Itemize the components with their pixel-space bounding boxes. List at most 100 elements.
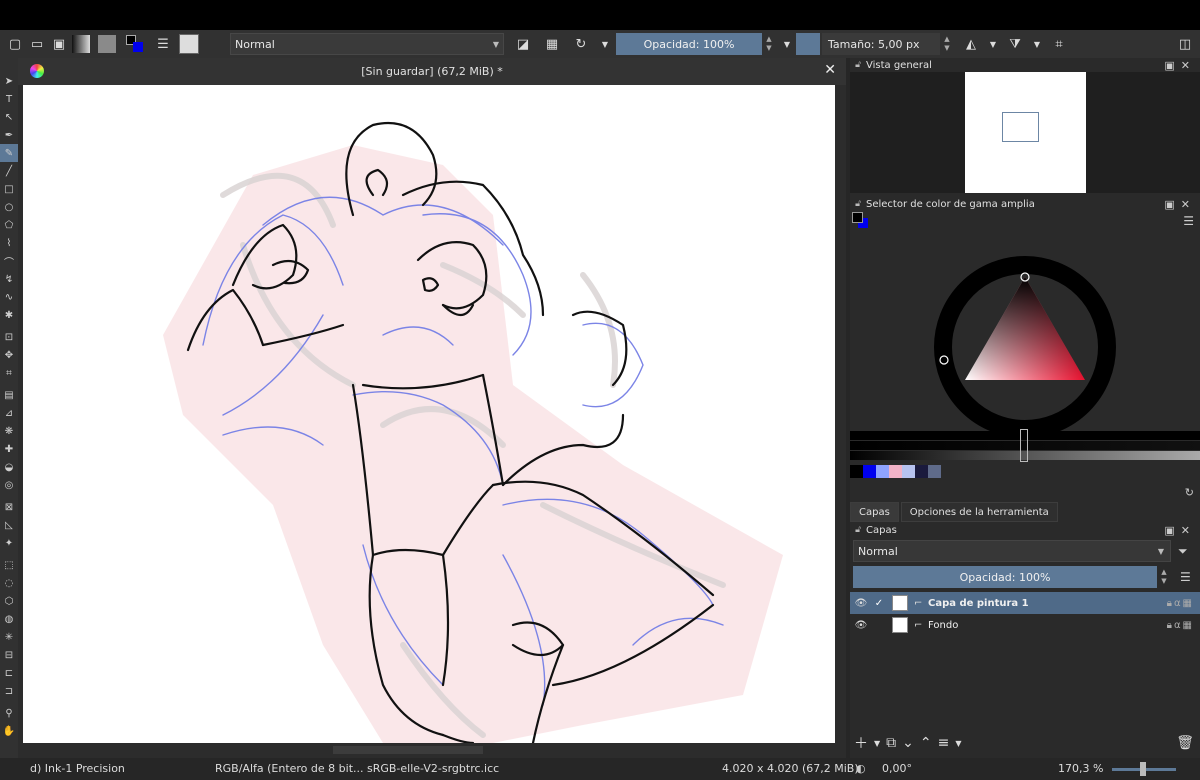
layer-row[interactable]: 👁︎ ✓ ⌐ Capa de pintura 1 🔒︎α▦ <box>850 592 1200 614</box>
float-close-icons[interactable]: ▣✕ <box>1164 198 1196 211</box>
gradient-icon[interactable] <box>70 33 92 55</box>
alpha-lock-icon[interactable]: ▦ <box>541 33 563 55</box>
layer-opacity-slider[interactable]: Opacidad: 100% <box>853 566 1157 588</box>
duplicate-layer-icon[interactable]: ⧉ <box>886 735 896 751</box>
new-doc-icon[interactable]: ▢ <box>4 33 26 55</box>
recent-color-swatch[interactable] <box>863 465 876 478</box>
ellipse-select-tool-icon[interactable]: ◌ <box>0 574 18 592</box>
visibility-eye-icon[interactable]: 👁︎ <box>850 598 872 609</box>
layer-lock-alpha-icons[interactable]: 🔒︎α▦ <box>1152 620 1200 631</box>
lock-icon[interactable]: 🔓︎ <box>850 525 866 535</box>
close-icon[interactable]: ✕ <box>824 62 836 78</box>
gradient-tool-icon[interactable]: ▤ <box>0 386 18 404</box>
bezier-tool-icon[interactable]: ⌒ <box>0 252 18 270</box>
lock-icon[interactable]: 🔓︎ <box>850 60 866 70</box>
layer-properties-icon[interactable]: ≡ <box>938 735 950 751</box>
float-close-icons[interactable]: ▣✕ <box>1164 59 1196 72</box>
reference-tool-icon[interactable]: ✦ <box>0 534 18 552</box>
zoom-slider-handle[interactable] <box>1140 762 1146 776</box>
move-tool-icon[interactable]: ✥ <box>0 346 18 364</box>
rotation-value[interactable]: 0,00° <box>882 762 912 775</box>
save-icon[interactable]: ▣ <box>48 33 70 55</box>
freehand-brush-tool-icon[interactable]: ✎ <box>0 144 18 162</box>
overview-panel[interactable] <box>850 72 1200 193</box>
move-down-icon[interactable]: ⌄ <box>902 735 914 751</box>
slider-handle[interactable] <box>1020 429 1028 462</box>
dynamic-brush-tool-icon[interactable]: ∿ <box>0 288 18 306</box>
calligraphy-tool-icon[interactable]: ✒ <box>0 126 18 144</box>
tab-tool-options[interactable]: Opciones de la herramienta <box>900 502 1058 522</box>
transform-tool-icon[interactable]: ⊡ <box>0 328 18 346</box>
menu-icon[interactable]: ☰ <box>1180 570 1191 584</box>
foreground-color-swatch[interactable] <box>852 212 863 223</box>
blend-mode-select[interactable]: Normal ▼ <box>230 33 504 55</box>
line-tool-icon[interactable]: ╱ <box>0 162 18 180</box>
brush-opacity-slider[interactable]: Opacidad: 100% <box>616 33 762 55</box>
text-tool-icon[interactable]: T <box>0 90 18 108</box>
recent-color-swatch[interactable] <box>915 465 928 478</box>
measure-tool-icon[interactable]: ◺ <box>0 516 18 534</box>
rect-select-tool-icon[interactable]: ⬚ <box>0 556 18 574</box>
freehand-select-tool-icon[interactable]: ◍ <box>0 610 18 628</box>
vertical-scrollbar[interactable] <box>836 85 846 743</box>
freehand-path-tool-icon[interactable]: ↯ <box>0 270 18 288</box>
similar-select-tool-icon[interactable]: ⊟ <box>0 646 18 664</box>
layer-row[interactable]: 👁︎ ⌐ Fondo 🔒︎α▦ <box>850 614 1200 636</box>
chevron-down-icon[interactable]: ▼ <box>594 33 616 55</box>
reload-icon[interactable]: ↻ <box>570 33 592 55</box>
select-shapes-tool-icon[interactable]: ➤ <box>0 72 18 90</box>
pan-tool-icon[interactable]: ✋ <box>0 722 18 740</box>
bezier-select-tool-icon[interactable]: ⊏ <box>0 664 18 682</box>
contiguous-select-tool-icon[interactable]: ✳ <box>0 628 18 646</box>
magnetic-select-tool-icon[interactable]: ⊐ <box>0 682 18 700</box>
recent-color-swatch[interactable] <box>928 465 941 478</box>
layer-opacity-stepper[interactable]: ▲ ▼ <box>1159 566 1169 588</box>
eraser-icon[interactable]: ◪ <box>512 33 534 55</box>
recent-color-swatch[interactable] <box>902 465 915 478</box>
add-layer-icon[interactable]: ＋ <box>854 733 868 753</box>
horizontal-scrollbar[interactable] <box>18 743 846 758</box>
layer-blend-select[interactable]: Normal ▼ <box>853 540 1171 562</box>
open-folder-icon[interactable]: ▭ <box>26 33 48 55</box>
brush-preset-icon[interactable] <box>178 33 200 55</box>
color-picker-tool-icon[interactable]: ⊿ <box>0 404 18 422</box>
rectangle-tool-icon[interactable]: □ <box>0 180 18 198</box>
fg-bg-color-icon[interactable] <box>852 212 870 230</box>
pattern-icon[interactable] <box>96 33 118 55</box>
zoom-tool-icon[interactable]: ⚲ <box>0 704 18 722</box>
scrollbar-thumb[interactable] <box>333 746 483 754</box>
chevron-down-icon[interactable]: ▼ <box>982 33 1004 55</box>
preset-list-icon[interactable]: ☰ <box>152 33 174 55</box>
crop-tool-icon[interactable]: ⌗ <box>0 364 18 382</box>
fill-tool-icon[interactable]: ◒ <box>0 458 18 476</box>
mirror-vertical-icon[interactable]: ⧩ <box>1004 33 1026 55</box>
menu-icon[interactable]: ☰ <box>1183 214 1194 228</box>
edit-shapes-tool-icon[interactable]: ↖ <box>0 108 18 126</box>
color-swap-icon[interactable] <box>124 33 146 55</box>
drawing-canvas[interactable] <box>23 85 835 743</box>
move-up-icon[interactable]: ⌃ <box>920 735 932 751</box>
viewport-frame[interactable] <box>1002 112 1039 142</box>
refresh-icon[interactable]: ↻ <box>1185 486 1194 499</box>
checkmark-icon[interactable]: ✓ <box>872 598 886 609</box>
tab-layers[interactable]: Capas <box>850 502 899 522</box>
delete-layer-icon[interactable]: 🗑︎ <box>1176 735 1194 751</box>
recent-color-swatch[interactable] <box>889 465 902 478</box>
filter-icon[interactable]: ⏷ <box>1178 544 1188 559</box>
float-close-icons[interactable]: ▣✕ <box>1164 524 1196 537</box>
mirror-horizontal-icon[interactable]: ◭ <box>960 33 982 55</box>
brush-size-slider[interactable]: Tamaño: 5,00 px <box>822 33 940 55</box>
zoom-value[interactable]: 170,3 % <box>1058 762 1103 775</box>
colorize-mask-tool-icon[interactable]: ❋ <box>0 422 18 440</box>
polyline-tool-icon[interactable]: ⌇ <box>0 234 18 252</box>
color-wheel[interactable] <box>850 230 1200 445</box>
size-stepper[interactable]: ▲ ▼ <box>942 33 952 55</box>
polygon-tool-icon[interactable]: ⬠ <box>0 216 18 234</box>
dock-toggle-icon[interactable]: ◫ <box>1174 33 1196 55</box>
chevron-down-icon[interactable]: ▼ <box>874 739 880 748</box>
lock-icon[interactable]: 🔓︎ <box>850 199 866 209</box>
polygon-select-tool-icon[interactable]: ⬡ <box>0 592 18 610</box>
recent-color-swatch[interactable] <box>850 465 863 478</box>
recent-color-swatch[interactable] <box>876 465 889 478</box>
chevron-down-icon[interactable]: ▼ <box>776 33 798 55</box>
